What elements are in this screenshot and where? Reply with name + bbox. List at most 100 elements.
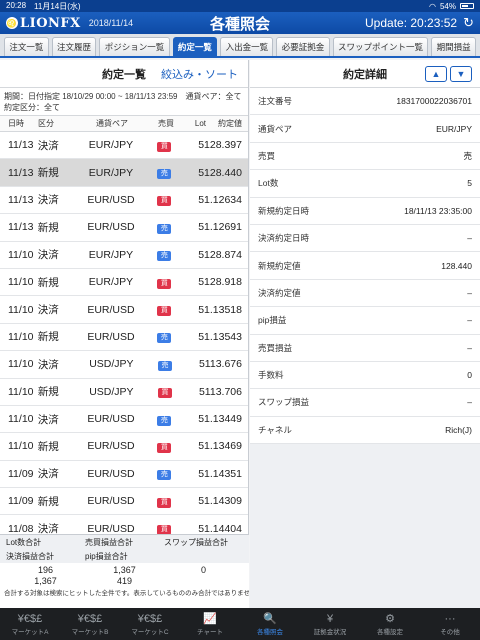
nav-other[interactable]: ··· その他: [420, 608, 480, 640]
refresh-icon[interactable]: ↻: [463, 15, 474, 31]
header-date: 日時: [8, 119, 24, 128]
nav-chart[interactable]: 📈 チャート: [180, 608, 240, 640]
row-date: 11/10: [8, 330, 34, 343]
arrow-up-icon: ▲: [431, 68, 441, 79]
side-badge: 売: [157, 251, 172, 262]
row-lot: 5: [198, 193, 205, 206]
nav-label: その他: [440, 628, 460, 636]
detail-row: 決済約定値 –: [250, 280, 480, 308]
status-bar: 20:28 11月14日(水) ◠ 54%: [0, 0, 480, 12]
table-row[interactable]: 11/09 新規 EUR/USD 買 5 1.14309: [0, 488, 248, 516]
table-row[interactable]: 11/10 決済 EUR/USD 売 5 1.13449: [0, 406, 248, 434]
row-lot: 5: [198, 248, 205, 261]
table-row[interactable]: 11/13 新規 EUR/USD 売 5 1.12691: [0, 214, 248, 242]
tab-6[interactable]: スワップポイント一覧: [332, 37, 429, 56]
row-date: 11/10: [8, 413, 34, 426]
nav-market-a[interactable]: ¥€$£ マーケットA: [0, 608, 60, 640]
row-date: 11/10: [8, 440, 34, 453]
row-lot: 5: [198, 276, 205, 289]
table-row[interactable]: 11/10 決済 EUR/USD 買 5 1.13518: [0, 296, 248, 324]
row-side-cell: 買: [147, 385, 183, 399]
table-row[interactable]: 11/13 決済 EUR/JPY 買 5 128.397: [0, 132, 248, 160]
detail-row: 通貨ペア EUR/JPY: [250, 115, 480, 143]
detail-label: 新規約定日時: [258, 205, 310, 216]
row-kind: 決済: [37, 194, 59, 207]
app-logo: ♌ LIONFX: [6, 16, 81, 31]
detail-label: Lot数: [258, 178, 279, 189]
row-lot: 5: [198, 413, 205, 426]
tab-4[interactable]: 入出金一覧: [220, 37, 274, 56]
row-date: 11/13: [8, 193, 34, 206]
table-row[interactable]: 11/10 決済 USD/JPY 売 5 113.676: [0, 351, 248, 379]
nav-margin-status[interactable]: ¥ 証拠金状況: [300, 608, 360, 640]
row-price: 113.706: [204, 385, 242, 398]
row-kind: 決済: [37, 413, 59, 426]
row-kind: 新規: [37, 331, 59, 344]
row-date: 11/09: [8, 495, 34, 508]
table-row[interactable]: 11/10 決済 EUR/JPY 売 5 128.874: [0, 242, 248, 269]
tab-0[interactable]: 注文一覧: [4, 37, 49, 56]
summary-note: 合計する対象は検索にヒットした全件です。表示しているもののみ合計ではありません。: [4, 590, 249, 597]
market-a-icon: ¥€$£: [17, 612, 43, 625]
row-price: 113.676: [204, 358, 242, 371]
row-side-cell: 買: [147, 303, 183, 317]
row-side-cell: 売: [147, 221, 183, 234]
table-row[interactable]: 11/09 決済 EUR/USD 売 5 1.14351: [0, 461, 248, 489]
detail-row: 売買 売: [250, 143, 480, 171]
summary-panel: Lot数合計 売買損益合計 スワップ損益合計 決済損益合計 pip損益合計 19…: [0, 534, 249, 608]
row-side-cell: 売: [147, 330, 183, 344]
row-lot: 5: [198, 330, 205, 343]
next-record-button[interactable]: ▼: [450, 65, 472, 82]
inquiry-tabs: 注文一覧 注文履歴 ポジション一覧 約定一覧 入出金一覧 必要証拠金 スワップポイント一覧期…: [0, 34, 480, 58]
filter-sort-button[interactable]: 絞込み・ソート: [161, 66, 238, 82]
row-side-cell: 売: [147, 248, 183, 262]
detail-label: pip損益: [258, 315, 287, 326]
sum-label-trade-pl: 売買損益合計: [85, 538, 133, 547]
row-lot: 5: [198, 303, 205, 316]
header-price: 約定値: [218, 119, 242, 128]
row-side-cell: 売: [147, 166, 183, 180]
detail-value: –: [467, 342, 472, 353]
row-pair: EUR/USD: [87, 467, 135, 480]
row-pair: EUR/USD: [87, 495, 135, 508]
detail-row: 新規約定値 128.440: [250, 252, 480, 280]
tab-3[interactable]: 約定一覧: [172, 37, 218, 56]
row-date: 11/13: [8, 166, 34, 179]
prev-record-button[interactable]: ▲: [425, 65, 447, 82]
row-price: 1.13469: [204, 440, 242, 453]
row-date: 11/09: [8, 467, 34, 480]
nav-label: 各種照会: [257, 628, 283, 636]
nav-settings[interactable]: ⚙ 各種設定: [360, 608, 420, 640]
nav-label: マーケットB: [71, 628, 109, 636]
nav-market-c[interactable]: ¥€$£ マーケットC: [120, 608, 180, 640]
tab-1[interactable]: 注文履歴: [51, 37, 97, 56]
detail-value: 18/11/13 23:35:00: [404, 205, 472, 216]
detail-value: Rich(J): [445, 424, 472, 435]
execution-table: 11/13 決済 EUR/JPY 買 5 128.397 11/13 新規 EUR/JPY 売 5 1…: [0, 132, 248, 543]
row-pair: EUR/JPY: [88, 276, 134, 289]
table-row[interactable]: 11/13 決済 EUR/USD 買 5 1.12634: [0, 187, 248, 215]
row-kind: 新規: [37, 276, 59, 289]
nav-market-b[interactable]: ¥€$£ マーケットB: [60, 608, 120, 640]
detail-label: スワップ損益: [258, 397, 310, 408]
tab-5[interactable]: 必要証拠金: [276, 37, 330, 56]
side-badge: 買: [157, 141, 172, 152]
table-row[interactable]: 11/13 新規 EUR/JPY 売 5 128.440: [0, 159, 248, 187]
side-badge: 買: [158, 388, 173, 399]
table-row[interactable]: 11/10 新規 EUR/JPY 買 5 128.918: [0, 269, 248, 297]
table-row[interactable]: 11/10 新規 EUR/USD 買 5 1.13469: [0, 433, 248, 461]
tab-7[interactable]: 期間損益: [431, 37, 476, 56]
row-lot: 5: [198, 221, 205, 234]
detail-row: 注文番号 1831700022036701: [250, 88, 480, 116]
wifi-icon: ◠: [429, 1, 436, 11]
detail-label: 手数料: [258, 370, 284, 381]
row-side-cell: 買: [147, 440, 183, 453]
table-row[interactable]: 11/10 新規 USD/JPY 買 5 113.706: [0, 379, 248, 406]
tab-2[interactable]: ポジション一覧: [99, 37, 170, 56]
table-header: 日時 区分 通貨ペア 売買 Lot 約定値: [0, 116, 248, 132]
table-row[interactable]: 11/10 新規 EUR/USD 売 5 1.13543: [0, 324, 248, 352]
row-lot: 5: [198, 139, 205, 152]
detail-value: 0: [467, 370, 472, 381]
nav-inquiry[interactable]: 🔍 各種照会: [240, 608, 300, 640]
row-pair: EUR/JPY: [88, 166, 134, 179]
